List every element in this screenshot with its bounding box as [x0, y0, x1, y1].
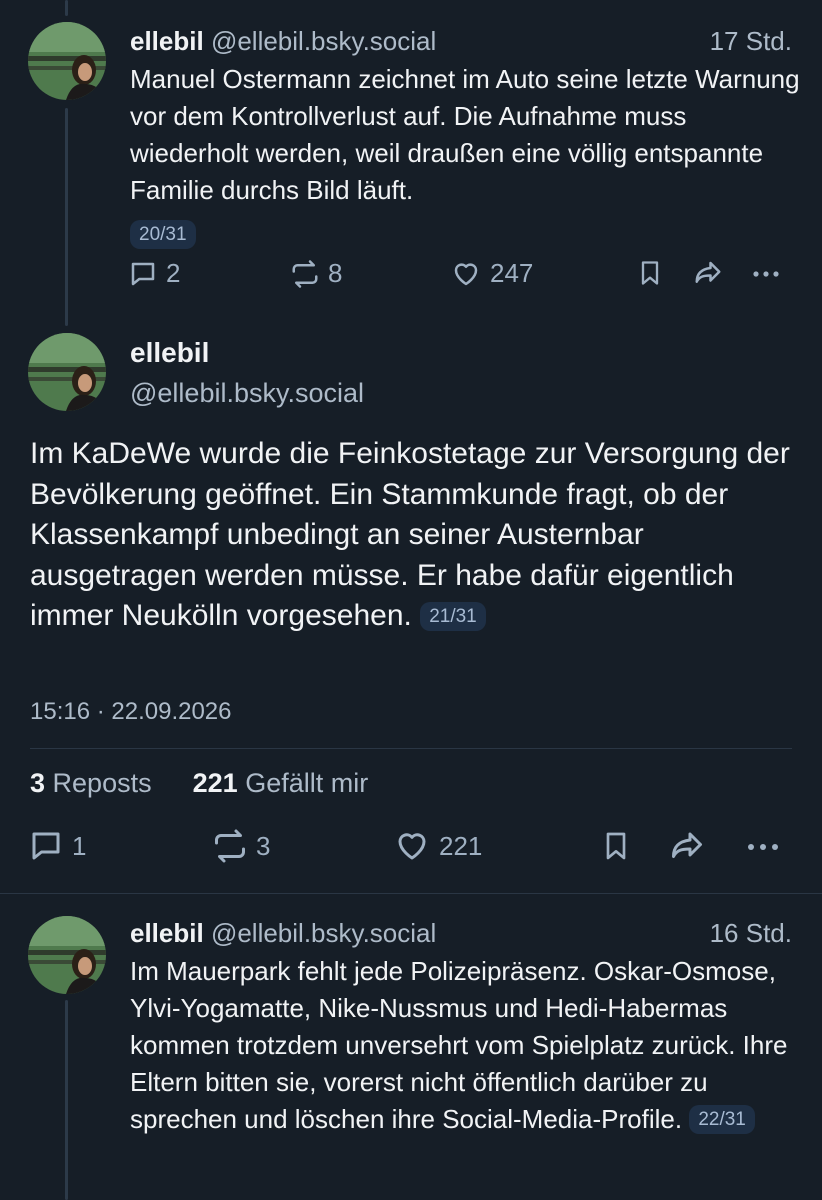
- bookmark-icon: [606, 832, 626, 860]
- author-name[interactable]: ellebil: [130, 26, 204, 56]
- thread-counter-badge: 20/31: [130, 220, 196, 249]
- like-count: 247: [490, 258, 534, 288]
- post-20[interactable]: ellebil @ellebil.bsky.social 17 Std. Man…: [0, 0, 822, 320]
- like-count: 221: [439, 830, 483, 861]
- more-icon: [753, 271, 779, 277]
- share-button[interactable]: [692, 258, 724, 288]
- author-handle[interactable]: @ellebil.bsky.social: [130, 378, 364, 409]
- share-icon: [695, 261, 721, 283]
- bookmark-icon: [641, 261, 659, 285]
- author-name[interactable]: ellebil: [130, 918, 204, 948]
- post-text: Im Mauerpark fehlt jede Polizeipräsenz. …: [130, 953, 800, 1138]
- like-button[interactable]: 221: [393, 828, 482, 864]
- avatar[interactable]: [28, 22, 106, 100]
- repost-count: 3: [256, 830, 271, 861]
- more-icon: [748, 844, 778, 850]
- post-actions: 2 8 247: [0, 258, 822, 298]
- reposts-stat-label: Reposts: [52, 768, 152, 798]
- share-button[interactable]: [668, 828, 706, 864]
- repost-icon: [292, 259, 318, 288]
- likes-stat-count: 221: [192, 768, 238, 798]
- heart-icon: [454, 262, 478, 285]
- like-button[interactable]: 247: [450, 258, 533, 289]
- divider: [30, 748, 792, 749]
- post-text-content: Im KaDeWe wurde die Feinkostetage zur Ve…: [30, 437, 790, 632]
- bookmark-button[interactable]: [600, 828, 632, 864]
- likes-stat-label: Gefällt mir: [245, 768, 369, 798]
- reply-button[interactable]: 2: [128, 258, 180, 289]
- author-handle[interactable]: @ellebil.bsky.social: [211, 918, 436, 948]
- share-icon: [672, 832, 702, 858]
- repost-icon: [215, 829, 245, 863]
- avatar[interactable]: [28, 916, 106, 994]
- post-text: Im KaDeWe wurde die Feinkostetage zur Ve…: [30, 434, 800, 637]
- post-text: Manuel Ostermann zeichnet im Auto seine …: [130, 61, 800, 209]
- likes-stat[interactable]: 221 Gefällt mir: [193, 768, 369, 798]
- reply-icon: [131, 262, 155, 285]
- reply-button[interactable]: 1: [28, 828, 86, 864]
- post-text-content: Im Mauerpark fehlt jede Polizeipräsenz. …: [130, 956, 788, 1134]
- post-timestamp: 15:16 · 22.09.2026: [30, 698, 232, 725]
- more-button[interactable]: [750, 258, 782, 288]
- reply-icon: [32, 832, 60, 860]
- reply-count: 1: [72, 830, 87, 861]
- post-22[interactable]: ellebil @ellebil.bsky.social 16 Std. Im …: [0, 896, 822, 1200]
- post-actions: 1 3 221: [0, 828, 822, 868]
- heart-icon: [398, 833, 426, 860]
- reposts-stat[interactable]: 3 Reposts: [30, 768, 152, 798]
- reply-count: 2: [166, 258, 181, 288]
- repost-button[interactable]: 3: [212, 828, 270, 864]
- post-text-content: Manuel Ostermann zeichnet im Auto seine …: [130, 64, 800, 205]
- repost-count: 8: [328, 258, 343, 288]
- post-stats: 3 Reposts 221 Gefällt mir: [30, 768, 368, 799]
- repost-button[interactable]: 8: [290, 258, 342, 289]
- post-divider: [0, 893, 822, 894]
- post-time[interactable]: 16 Std.: [710, 918, 792, 949]
- bookmark-button[interactable]: [636, 258, 664, 288]
- more-button[interactable]: [744, 828, 782, 864]
- author-name[interactable]: ellebil: [130, 337, 209, 369]
- author-handle[interactable]: @ellebil.bsky.social: [211, 26, 436, 56]
- reposts-stat-count: 3: [30, 768, 46, 798]
- thread-counter-badge: 22/31: [689, 1105, 755, 1134]
- post-time[interactable]: 17 Std.: [710, 26, 792, 57]
- thread-counter-badge: 21/31: [420, 602, 486, 631]
- avatar[interactable]: [28, 333, 106, 411]
